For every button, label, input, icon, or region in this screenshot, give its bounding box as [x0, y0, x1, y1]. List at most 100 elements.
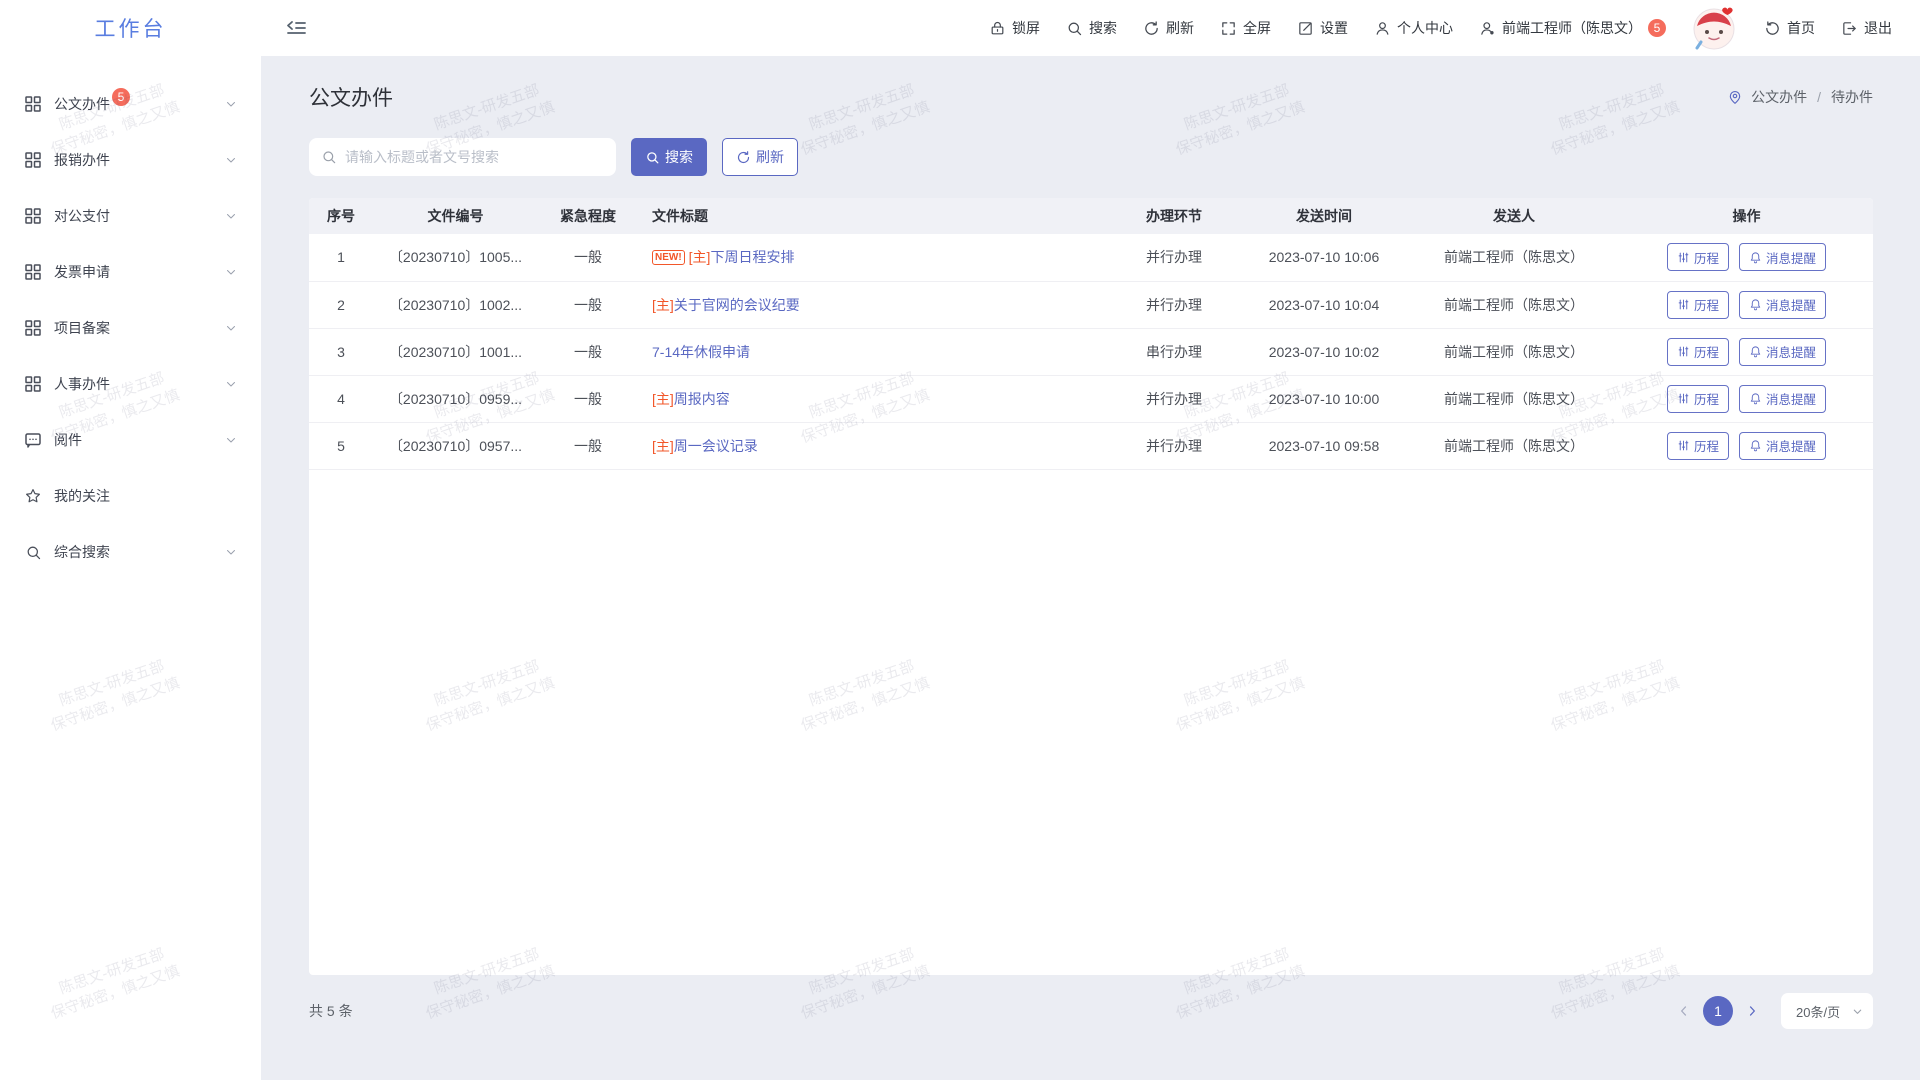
- prev-page-button[interactable]: [1677, 1004, 1691, 1018]
- table-header-row: 序号文件编号紧急程度文件标题办理环节发送时间发送人操作: [309, 198, 1873, 234]
- logout-icon: [1841, 20, 1858, 37]
- document-title-link[interactable]: 下周日程安排: [710, 249, 794, 265]
- notification-badge: 5: [1648, 19, 1666, 37]
- sidebar-item-wode-guanzhu[interactable]: 我的关注: [0, 468, 261, 524]
- refresh-page-button[interactable]: 刷新: [1143, 18, 1194, 38]
- message-remind-button[interactable]: 消息提醒: [1739, 291, 1826, 319]
- search-button[interactable]: 搜索: [631, 138, 707, 176]
- sidebar-item-label: 综合搜索: [54, 542, 110, 562]
- search-toolbar: 搜索 刷新: [309, 138, 1873, 176]
- document-title-link[interactable]: 周一会议记录: [674, 438, 758, 454]
- cell-index: 3: [309, 328, 373, 375]
- document-title-link[interactable]: 周报内容: [674, 391, 730, 407]
- sidebar-item-zonghe-sousuo[interactable]: 综合搜索: [0, 524, 261, 580]
- cell-urgency: 一般: [538, 375, 638, 422]
- table-row: 5〔20230710〕0957...一般[主]周一会议记录并行办理2023-07…: [309, 422, 1873, 469]
- grid-icon: [24, 319, 42, 337]
- cell-title: [主]周报内容: [638, 375, 1109, 422]
- cell-process-step: 并行办理: [1109, 234, 1239, 281]
- table-body: 1〔20230710〕1005...一般NEW![主]下周日程安排并行办理202…: [309, 234, 1873, 469]
- content-area: 公文办件 公文办件 / 待办件 搜索: [261, 56, 1920, 1080]
- sidebar-item-fapiao-shenqing[interactable]: 发票申请: [0, 244, 261, 300]
- page-size-select[interactable]: 20条/页: [1781, 993, 1873, 1029]
- message-remind-button[interactable]: 消息提醒: [1739, 338, 1826, 366]
- personal-center-button[interactable]: 个人中心: [1374, 18, 1453, 38]
- sidebar-item-yuejian[interactable]: 阅件: [0, 412, 261, 468]
- page-size-value: 20条/页: [1796, 1002, 1840, 1021]
- sidebar-item-label: 项目备案: [54, 318, 110, 338]
- grid-icon: [24, 375, 42, 393]
- history-button[interactable]: 历程: [1667, 291, 1729, 319]
- cell-send-time: 2023-07-10 09:58: [1239, 422, 1409, 469]
- cell-index: 1: [309, 234, 373, 281]
- history-button[interactable]: 历程: [1667, 243, 1729, 271]
- menu-fold-icon[interactable]: [285, 18, 307, 38]
- sliders-icon: [1677, 439, 1690, 452]
- settings-icon: [1297, 20, 1314, 37]
- cell-actions: 历程消息提醒: [1619, 375, 1873, 422]
- cell-process-step: 并行办理: [1109, 375, 1239, 422]
- avatar[interactable]: [1692, 5, 1738, 51]
- bell-icon: [1749, 392, 1762, 405]
- documents-table-card: 序号文件编号紧急程度文件标题办理环节发送时间发送人操作 1〔20230710〕1…: [309, 198, 1873, 975]
- table-row: 3〔20230710〕1001...一般7-14年休假申请串行办理2023-07…: [309, 328, 1873, 375]
- sidebar-item-xiangmu-beian[interactable]: 项目备案: [0, 300, 261, 356]
- refresh-list-button[interactable]: 刷新: [722, 138, 798, 176]
- lock-screen-button[interactable]: 锁屏: [989, 18, 1040, 38]
- cell-title: 7-14年休假申请: [638, 328, 1109, 375]
- pagination: 1 20条/页: [1677, 993, 1873, 1029]
- column-header: 文件编号: [373, 198, 538, 234]
- table-footer: 共 5 条 1 20条/页: [309, 993, 1873, 1029]
- history-button[interactable]: 历程: [1667, 338, 1729, 366]
- star-icon: [24, 487, 42, 505]
- table-row: 2〔20230710〕1002...一般[主]关于官网的会议纪要并行办理2023…: [309, 281, 1873, 328]
- bell-icon: [1749, 439, 1762, 452]
- history-button[interactable]: 历程: [1667, 432, 1729, 460]
- sidebar-item-gongwen-banjian[interactable]: 公文办件5: [0, 76, 261, 132]
- sliders-icon: [1677, 392, 1690, 405]
- cell-title: NEW![主]下周日程安排: [638, 234, 1109, 281]
- current-page[interactable]: 1: [1703, 996, 1733, 1026]
- logout-button[interactable]: 退出: [1841, 18, 1892, 38]
- cell-doc-number: 〔20230710〕0957...: [373, 422, 538, 469]
- comment-icon: [24, 431, 42, 449]
- sidebar-item-baoxiao-banjian[interactable]: 报销办件: [0, 132, 261, 188]
- message-remind-button[interactable]: 消息提醒: [1739, 385, 1826, 413]
- search-input[interactable]: [345, 149, 604, 165]
- sidebar-item-duigong-zhifu[interactable]: 对公支付: [0, 188, 261, 244]
- refresh-page-label: 刷新: [1166, 18, 1194, 38]
- home-button[interactable]: 首页: [1764, 18, 1815, 38]
- sliders-icon: [1677, 298, 1690, 311]
- cell-sender: 前端工程师（陈思文）: [1409, 328, 1619, 375]
- history-button[interactable]: 历程: [1667, 385, 1729, 413]
- cell-urgency: 一般: [538, 234, 638, 281]
- message-remind-button[interactable]: 消息提醒: [1739, 432, 1826, 460]
- next-page-button[interactable]: [1745, 1004, 1759, 1018]
- user-icon: [1374, 20, 1391, 37]
- fullscreen-button[interactable]: 全屏: [1220, 18, 1271, 38]
- cell-urgency: 一般: [538, 281, 638, 328]
- sidebar-item-label: 阅件: [54, 430, 82, 450]
- document-title-link[interactable]: 7-14年休假申请: [652, 344, 750, 360]
- breadcrumb: 公文办件 / 待办件: [1727, 87, 1873, 107]
- chevron-down-icon: [225, 378, 237, 390]
- documents-table: 序号文件编号紧急程度文件标题办理环节发送时间发送人操作 1〔20230710〕1…: [309, 198, 1873, 470]
- settings-button[interactable]: 设置: [1297, 18, 1348, 38]
- cell-doc-number: 〔20230710〕1001...: [373, 328, 538, 375]
- cell-doc-number: 〔20230710〕0959...: [373, 375, 538, 422]
- sidebar-item-renshi-banjian[interactable]: 人事办件: [0, 356, 261, 412]
- cell-sender: 前端工程师（陈思文）: [1409, 234, 1619, 281]
- sidebar-item-label: 报销办件: [54, 150, 110, 170]
- message-remind-button[interactable]: 消息提醒: [1739, 243, 1826, 271]
- breadcrumb-root[interactable]: 公文办件: [1751, 87, 1807, 107]
- home-back-icon: [1764, 20, 1781, 37]
- cell-send-time: 2023-07-10 10:00: [1239, 375, 1409, 422]
- grid-icon: [24, 151, 42, 169]
- user-role-icon: [1479, 20, 1496, 37]
- global-search-button[interactable]: 搜索: [1066, 18, 1117, 38]
- cell-process-step: 串行办理: [1109, 328, 1239, 375]
- bell-icon: [1749, 345, 1762, 358]
- document-title-link[interactable]: 关于官网的会议纪要: [674, 297, 800, 313]
- current-user[interactable]: 前端工程师（陈思文） 5: [1479, 18, 1666, 38]
- current-user-name: 前端工程师（陈思文）: [1502, 18, 1642, 38]
